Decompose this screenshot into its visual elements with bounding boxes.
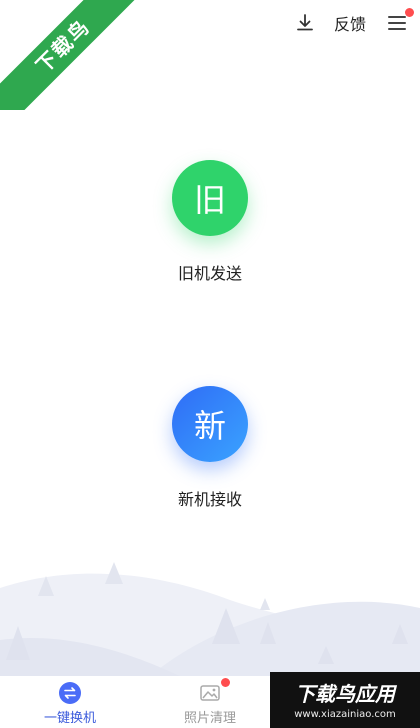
old-phone-label: 旧机发送 (177, 264, 242, 283)
watermark-ribbon: 下载鸟 (0, 0, 140, 110)
hamburger-menu-icon[interactable] (388, 8, 414, 32)
old-phone-icon[interactable]: 旧 (172, 160, 248, 236)
old-phone-icon-text: 旧 (193, 181, 226, 219)
nav-item-photo-cleanup[interactable]: 照片清理 (140, 676, 280, 728)
new-phone-label: 新机接收 (177, 490, 242, 509)
old-phone-send-option[interactable]: 旧 旧机发送 (0, 160, 420, 284)
menu-badge (405, 8, 414, 17)
new-phone-receive-option[interactable]: 新 新机接收 (0, 386, 420, 510)
photo-cleanup-badge (221, 678, 230, 687)
watermark-corner-title: 下载鸟应用 (295, 682, 395, 706)
feedback-button[interactable]: 反馈 (334, 11, 366, 35)
swap-arrows-icon (59, 682, 81, 704)
nav-item-one-click-switch[interactable]: 一键换机 (0, 676, 140, 728)
photo-icon (200, 685, 220, 701)
nav-label-one-click-switch: 一键换机 (43, 711, 96, 726)
download-icon[interactable] (294, 12, 316, 34)
watermark-corner: 下载鸟应用 www.xiazainiao.com (270, 672, 420, 728)
new-phone-icon-text: 新 (193, 407, 226, 445)
watermark-corner-url: www.xiazainiao.com (294, 709, 396, 720)
watermark-ribbon-text: 下载鸟 (0, 0, 140, 110)
nav-label-photo-cleanup: 照片清理 (183, 711, 236, 726)
landscape-illustration (0, 562, 420, 676)
new-phone-icon[interactable]: 新 (172, 386, 248, 462)
top-toolbar: 反馈 (294, 8, 414, 36)
